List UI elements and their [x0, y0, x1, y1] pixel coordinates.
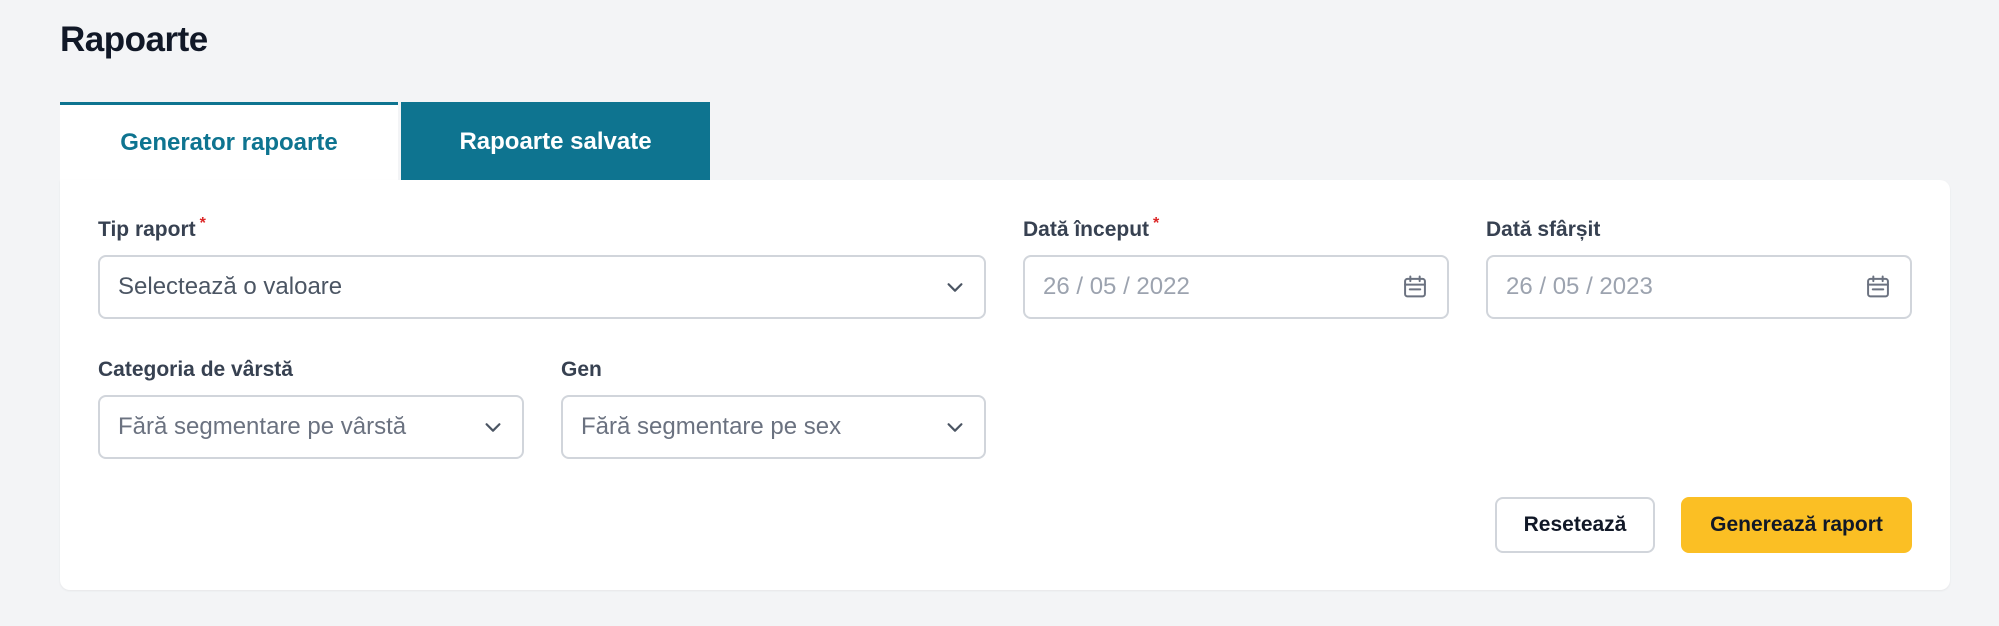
reset-button[interactable]: Resetează — [1495, 497, 1655, 553]
report-form-panel: Tip raport * Selectează o valoare Dată în… — [60, 180, 1950, 590]
start-date-label: Dată început * — [1023, 215, 1160, 242]
end-date-label: Dată sfârșit — [1486, 218, 1601, 241]
report-type-value: Selectează o valoare — [118, 273, 343, 300]
chevron-down-icon — [482, 416, 504, 438]
tab-generator-rapoarte[interactable]: Generator rapoarte — [60, 102, 398, 181]
gender-value: Fără segmentare pe sex — [581, 413, 842, 440]
start-date-value: 26 / 05 / 2022 — [1043, 273, 1190, 300]
chevron-down-icon — [944, 416, 966, 438]
gender-select[interactable]: Fără segmentare pe sex — [561, 395, 986, 459]
tab-rapoarte-salvate[interactable]: Rapoarte salvate — [401, 102, 710, 181]
required-mark: * — [199, 215, 206, 232]
start-date-input[interactable]: 26 / 05 / 2022 — [1023, 255, 1449, 319]
report-type-select[interactable]: Selectează o valoare — [98, 255, 986, 319]
report-type-label: Tip raport * — [98, 215, 206, 242]
tabs: Generator rapoarte Rapoarte salvate — [60, 102, 710, 181]
calendar-icon[interactable] — [1864, 273, 1892, 301]
age-category-select[interactable]: Fără segmentare pe vârstă — [98, 395, 524, 459]
generate-report-button[interactable]: Generează raport — [1681, 497, 1912, 553]
calendar-icon[interactable] — [1401, 273, 1429, 301]
report-type-label-text: Tip raport — [98, 218, 196, 241]
end-date-input[interactable]: 26 / 05 / 2023 — [1486, 255, 1912, 319]
age-category-value: Fără segmentare pe vârstă — [118, 413, 407, 440]
page-title: Rapoarte — [60, 20, 208, 59]
chevron-down-icon — [944, 276, 966, 298]
required-mark: * — [1153, 215, 1160, 232]
age-category-label: Categoria de vârstă — [98, 358, 293, 381]
end-date-value: 26 / 05 / 2023 — [1506, 273, 1653, 300]
start-date-label-text: Dată început — [1023, 218, 1150, 241]
gender-label: Gen — [561, 358, 602, 381]
